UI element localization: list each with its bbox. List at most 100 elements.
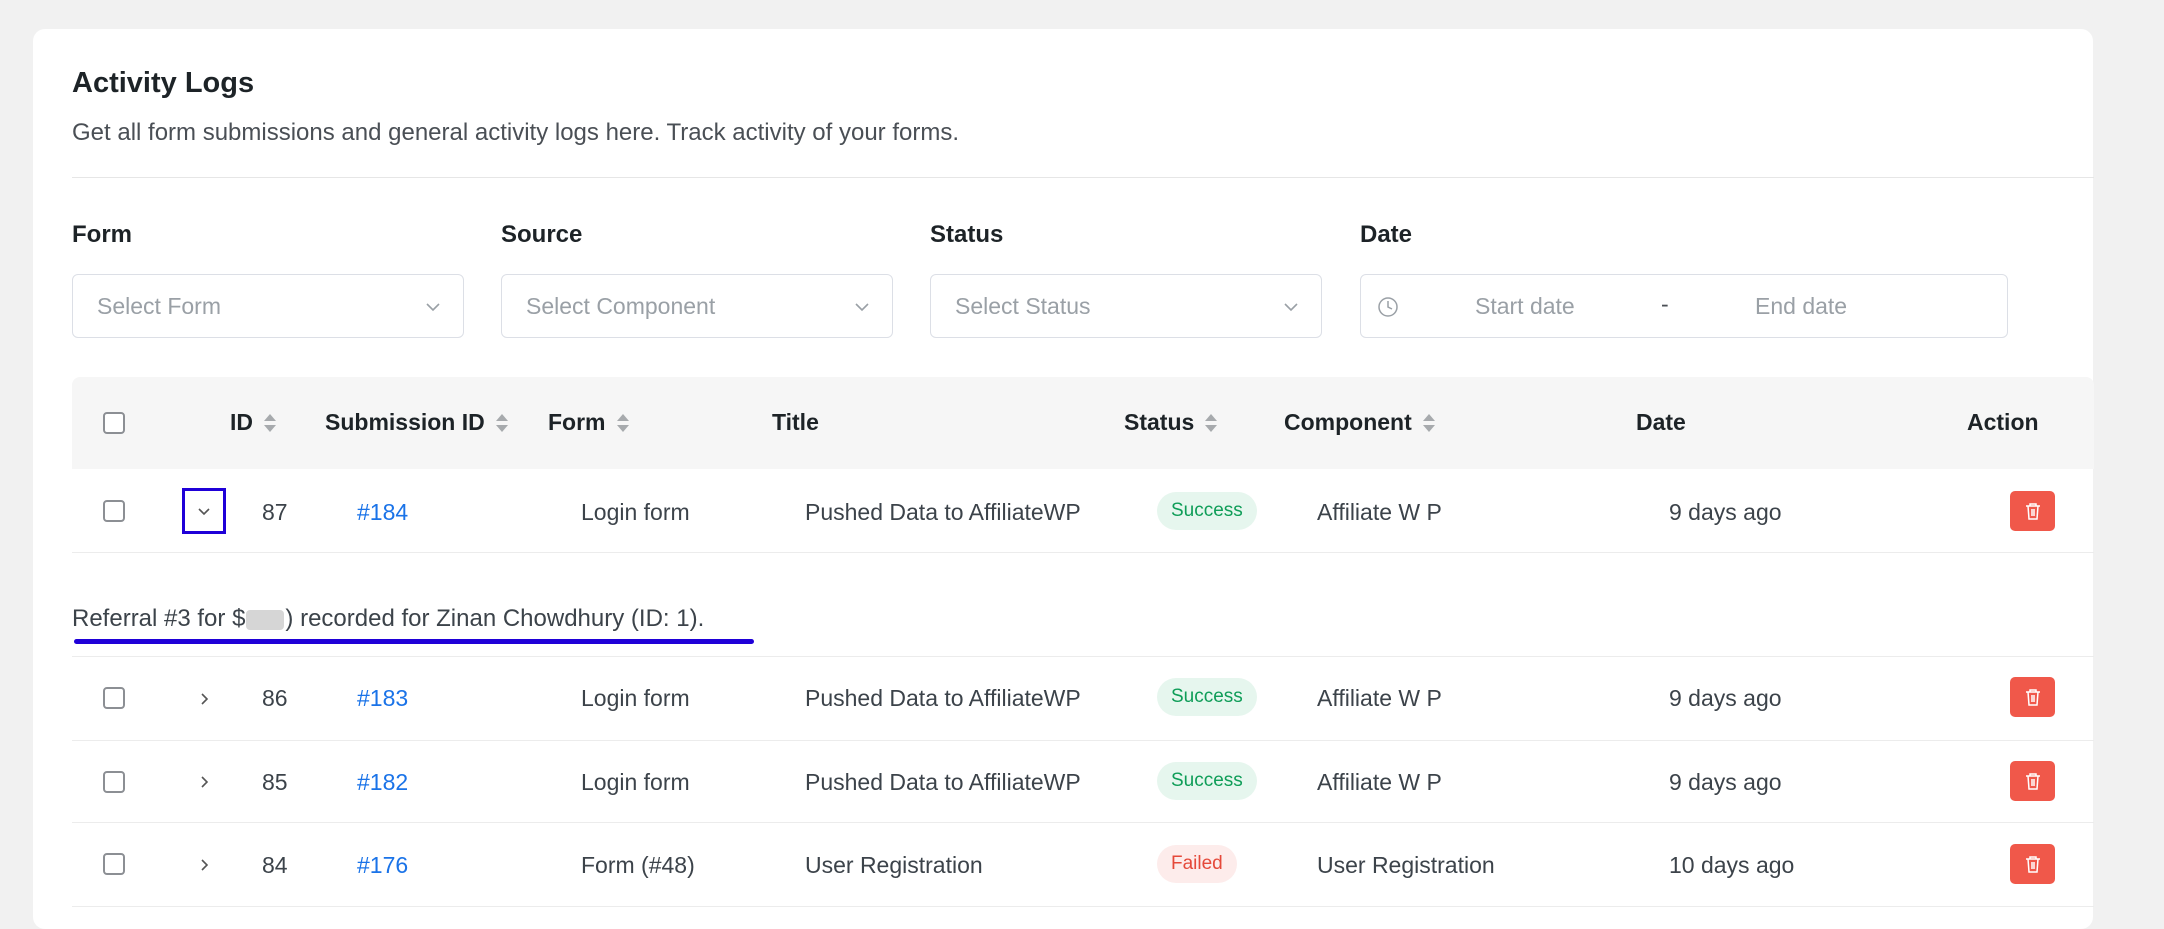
form-select[interactable]: Select Form — [72, 274, 464, 338]
row-date: 10 days ago — [1669, 852, 1795, 878]
column-id-label: ID — [230, 409, 253, 435]
status-select-placeholder: Select Status — [955, 292, 1091, 319]
row-form: Form (#48) — [581, 852, 695, 878]
submission-id-link[interactable]: #184 — [357, 499, 408, 526]
start-date-input[interactable]: Start date — [1475, 293, 1575, 320]
row-component: Affiliate W P — [1317, 769, 1442, 795]
table-row: 84 #176 Form (#48) User Registration Fai… — [72, 823, 2094, 907]
column-action: Action — [1967, 409, 2039, 436]
column-title-label: Title — [772, 409, 819, 435]
column-status-label: Status — [1124, 409, 1195, 435]
delete-button[interactable] — [2010, 761, 2055, 801]
row-expand-toggle[interactable] — [182, 759, 226, 805]
submission-id-link[interactable]: #176 — [357, 852, 408, 879]
detail-text-start: Referral #3 for $ — [72, 605, 246, 632]
clock-icon — [1378, 297, 1398, 317]
status-filter-label: Status — [930, 221, 1004, 248]
highlight-underline — [74, 639, 754, 644]
row-date: 9 days ago — [1669, 769, 1782, 795]
column-title: Title — [772, 409, 819, 436]
row-id: 86 — [262, 685, 288, 711]
status-badge: Success — [1157, 492, 1257, 530]
status-badge: Success — [1157, 762, 1257, 800]
delete-button[interactable] — [2010, 491, 2055, 531]
submission-id-link[interactable]: #182 — [357, 769, 408, 796]
activity-logs-card: Activity Logs Get all form submissions a… — [33, 29, 2094, 929]
status-badge: Success — [1157, 678, 1257, 716]
row-id: 85 — [262, 769, 288, 795]
page-title: Activity Logs — [72, 67, 255, 99]
row-expand-toggle[interactable] — [182, 488, 226, 534]
column-date: Date — [1636, 409, 1686, 436]
chevron-down-icon — [426, 303, 440, 312]
row-checkbox[interactable] — [103, 771, 125, 793]
row-expand-toggle[interactable] — [182, 842, 226, 888]
column-id[interactable]: ID — [230, 409, 277, 436]
sort-icon — [1205, 413, 1218, 432]
row-title: Pushed Data to AffiliateWP — [805, 685, 1081, 711]
end-date-input[interactable]: End date — [1755, 293, 1847, 320]
sort-icon — [495, 413, 508, 432]
row-date: 9 days ago — [1669, 685, 1782, 711]
delete-button[interactable] — [2010, 844, 2055, 884]
detail-text-end: ) recorded for Zinan Chowdhury (ID: 1). — [285, 605, 705, 632]
table-header: ID Submission ID Form Title Status Compo… — [72, 377, 2094, 469]
form-filter-label: Form — [72, 221, 132, 248]
row-form: Login form — [581, 685, 690, 711]
chevron-right-icon — [201, 859, 209, 871]
source-select[interactable]: Select Component — [501, 274, 893, 338]
column-form-label: Form — [548, 409, 606, 435]
column-component[interactable]: Component — [1284, 409, 1436, 436]
sort-icon — [1422, 413, 1435, 432]
trash-icon — [2025, 856, 2040, 873]
page-description: Get all form submissions and general act… — [72, 119, 960, 146]
sort-icon — [264, 413, 276, 432]
row-date: 9 days ago — [1669, 499, 1782, 525]
form-select-placeholder: Select Form — [97, 292, 221, 319]
source-filter-label: Source — [501, 221, 583, 248]
redacted-amount — [246, 609, 285, 630]
status-badge: Failed — [1157, 845, 1237, 883]
row-form: Login form — [581, 769, 690, 795]
chevron-right-icon — [201, 693, 209, 705]
row-id: 84 — [262, 852, 288, 878]
row-expand-toggle[interactable] — [182, 676, 226, 722]
row-checkbox[interactable] — [103, 687, 125, 709]
divider — [72, 177, 2094, 178]
delete-button[interactable] — [2010, 677, 2055, 717]
row-id: 87 — [262, 499, 288, 525]
column-action-label: Action — [1967, 409, 2039, 435]
date-range-picker[interactable]: Start date - End date — [1360, 274, 2008, 338]
column-submission-id[interactable]: Submission ID — [325, 409, 509, 436]
trash-icon — [2025, 773, 2040, 790]
date-filter-label: Date — [1360, 221, 1413, 248]
row-checkbox[interactable] — [103, 500, 125, 522]
table-row: 87 #184 Login form Pushed Data to Affili… — [72, 469, 2094, 553]
submission-id-link[interactable]: #183 — [357, 685, 408, 712]
column-status[interactable]: Status — [1124, 409, 1218, 436]
trash-icon — [2025, 503, 2040, 520]
row-component: Affiliate W P — [1317, 685, 1442, 711]
row-title: User Registration — [805, 852, 983, 878]
table-row: 85 #182 Login form Pushed Data to Affili… — [72, 741, 2094, 823]
select-all-checkbox[interactable] — [103, 412, 125, 434]
expanded-detail-text: Referral #3 for $ ) recorded for Zinan Ch… — [72, 605, 704, 633]
status-select[interactable]: Select Status — [930, 274, 1322, 338]
column-form[interactable]: Form — [548, 409, 630, 436]
date-separator: - — [1661, 291, 1669, 317]
chevron-down-icon — [855, 303, 869, 312]
source-select-placeholder: Select Component — [526, 292, 716, 319]
chevron-right-icon — [201, 776, 209, 788]
row-title: Pushed Data to AffiliateWP — [805, 769, 1081, 795]
row-checkbox[interactable] — [103, 853, 125, 875]
row-form: Login form — [581, 499, 690, 525]
column-date-label: Date — [1636, 409, 1686, 435]
chevron-down-icon — [1284, 303, 1298, 312]
row-component: User Registration — [1317, 852, 1495, 878]
trash-icon — [2025, 689, 2040, 706]
sort-icon — [616, 413, 629, 432]
column-component-label: Component — [1284, 409, 1412, 435]
chevron-down-icon — [198, 508, 210, 516]
table-row: 86 #183 Login form Pushed Data to Affili… — [72, 657, 2094, 741]
column-submission-id-label: Submission ID — [325, 409, 485, 435]
